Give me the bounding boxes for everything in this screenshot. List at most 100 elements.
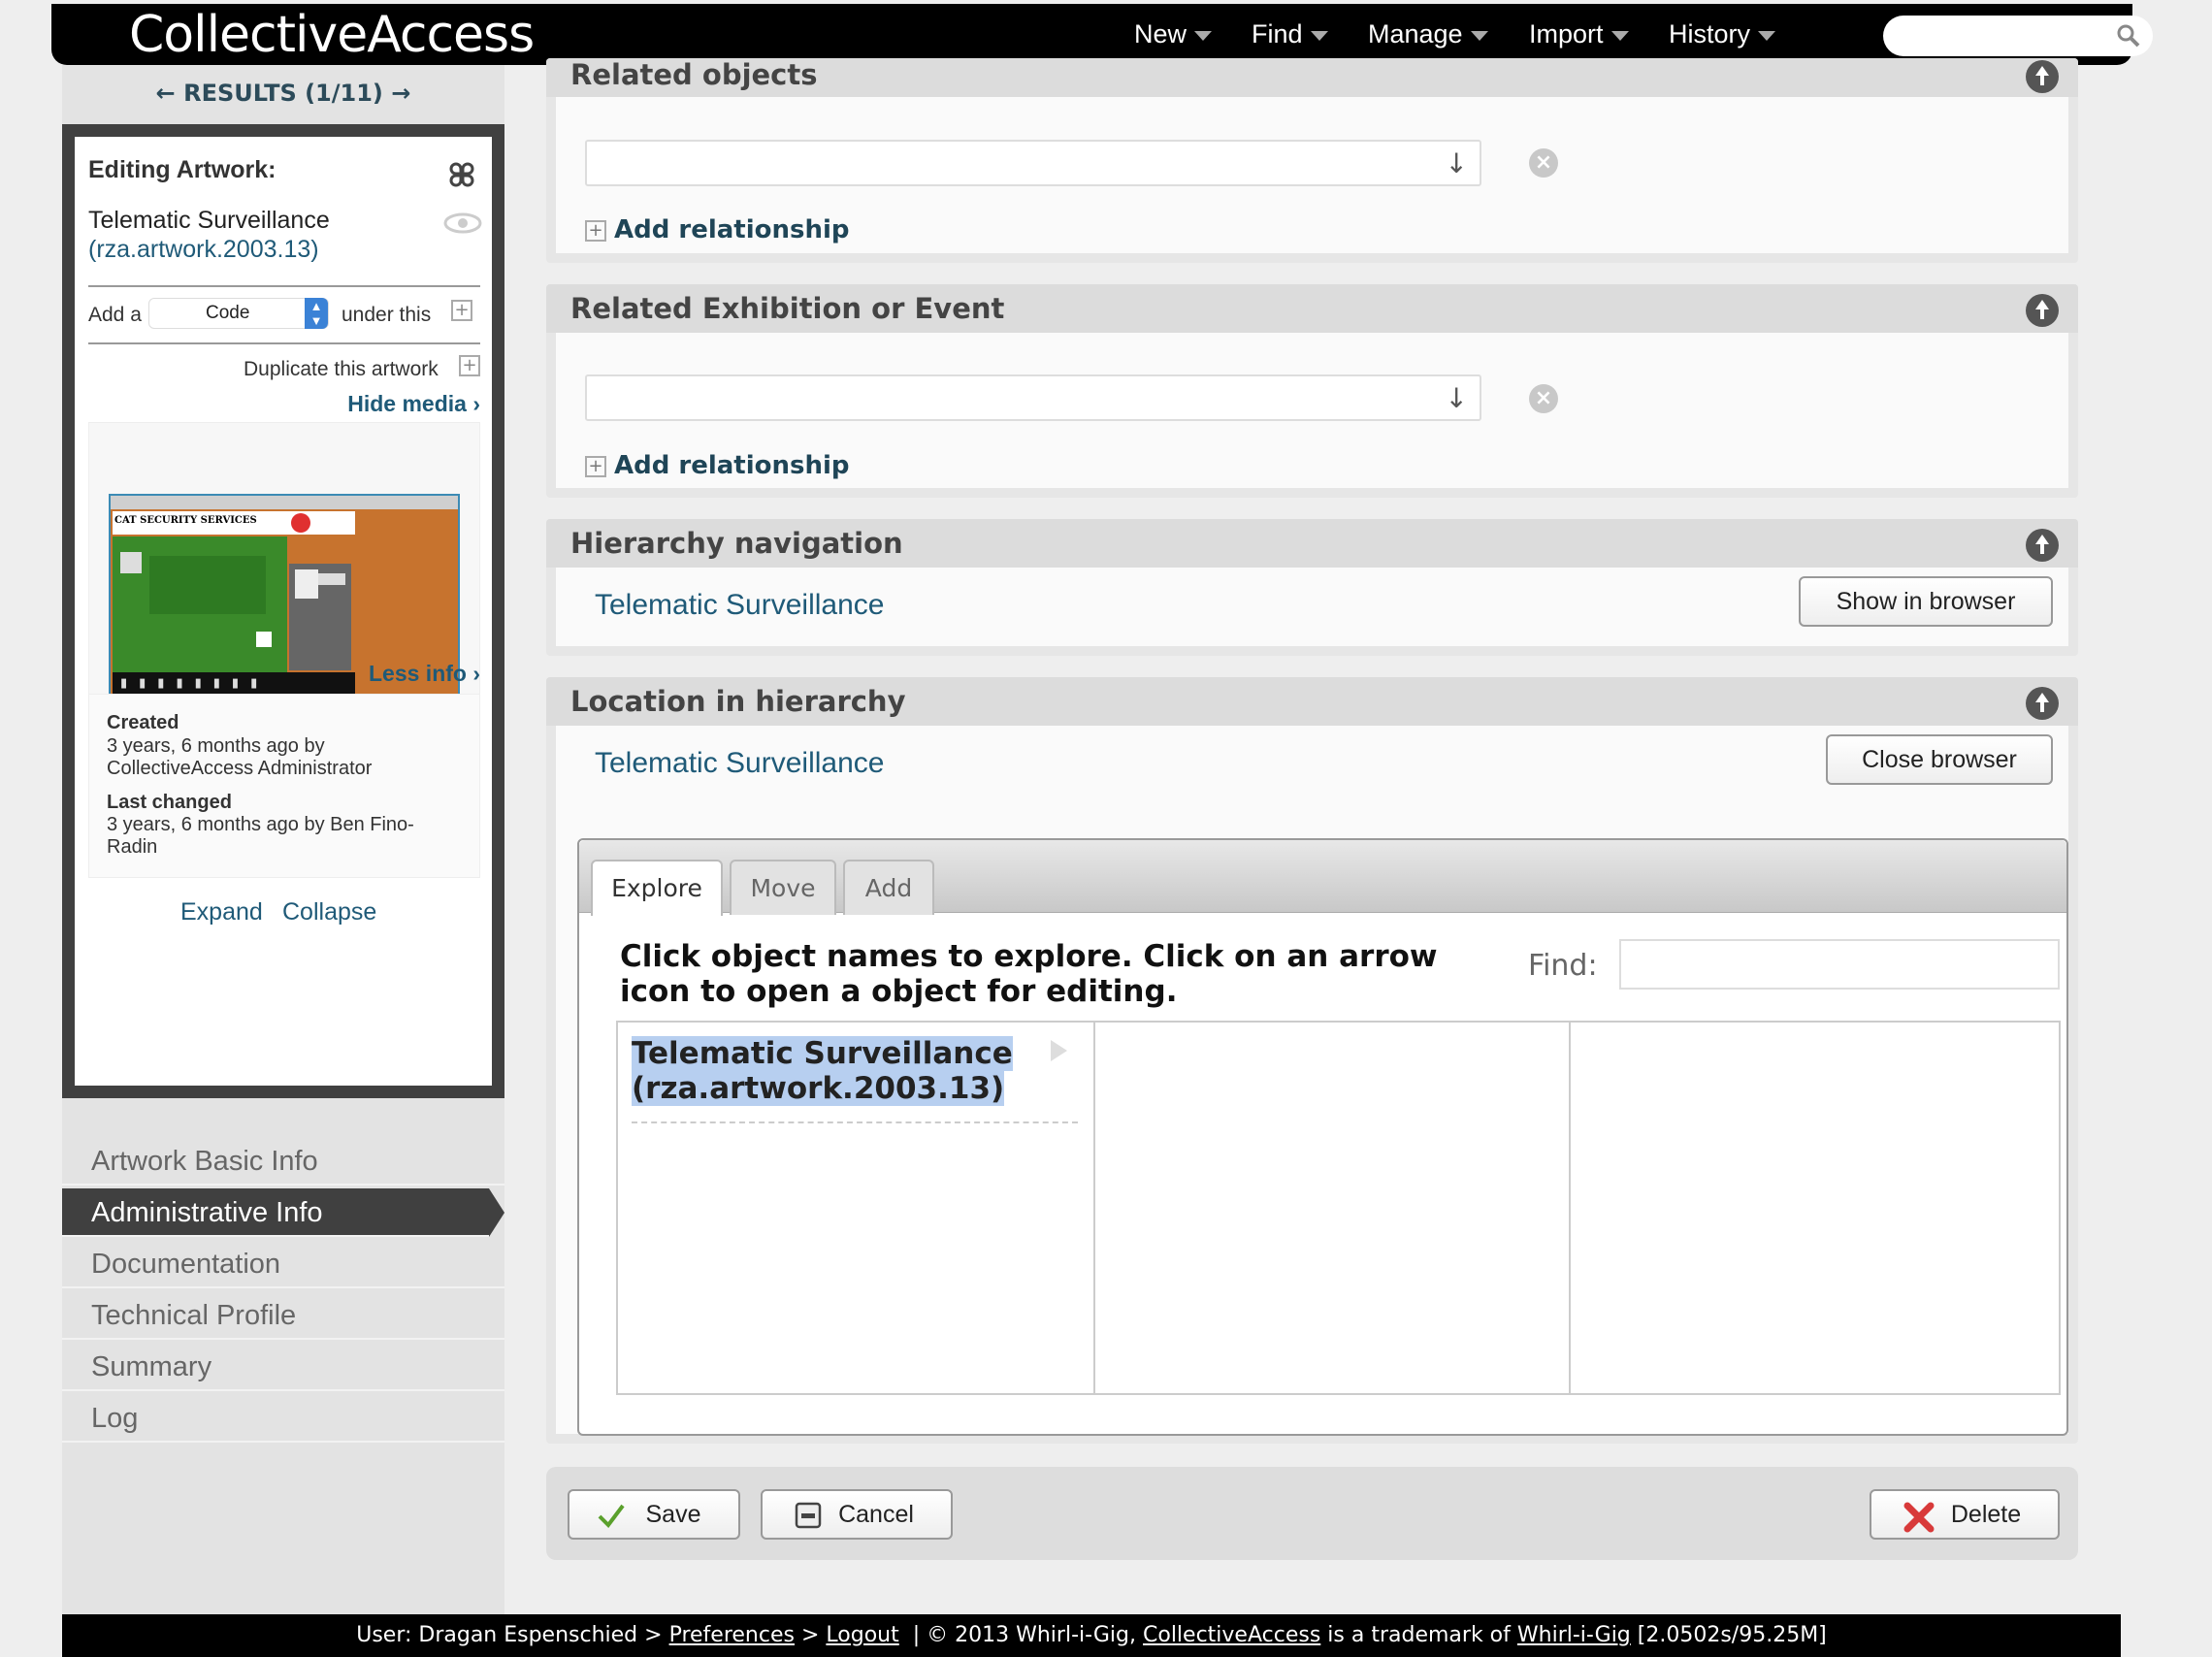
arrow-down-icon: ↓: [1445, 382, 1468, 414]
chevron-down-icon: [1610, 30, 1629, 41]
app-logo[interactable]: CollectiveAccess: [129, 6, 535, 64]
close-browser-button[interactable]: Close browser: [1826, 734, 2053, 785]
delete-x-icon: [1903, 1502, 1935, 1533]
eye-icon[interactable]: [443, 212, 482, 234]
record-identifier[interactable]: (rza.artwork.2003.13): [88, 236, 319, 264]
cancel-icon: [795, 1502, 822, 1529]
browser-columns: Telematic Surveillance (rza.artwork.2003…: [616, 1021, 2061, 1395]
tab-add[interactable]: Add: [843, 860, 934, 915]
last-changed-value: 3 years, 6 months ago by Ben Fino-Radin: [107, 814, 414, 858]
nav-manage[interactable]: Manage: [1368, 19, 1488, 49]
panel-title: Location in hierarchy: [570, 685, 906, 718]
divider: [88, 285, 480, 287]
panel-body: Telematic Surveillance Show in browser: [556, 568, 2068, 646]
sidebar-item-documentation[interactable]: Documentation: [62, 1240, 504, 1288]
tab-move[interactable]: Move: [730, 860, 836, 915]
remove-relationship-icon[interactable]: ×: [1529, 384, 1558, 413]
related-exhibition-lookup-input[interactable]: ↓: [585, 374, 1481, 421]
top-navigation-bar: CollectiveAccess New Find Manage Import …: [51, 4, 2153, 65]
under-this-label: under this: [342, 304, 432, 326]
sidebar-item-log[interactable]: Log: [62, 1394, 504, 1443]
sidebar-item-summary[interactable]: Summary: [62, 1343, 504, 1391]
footer-copyright: | © 2013 Whirl-i-Gig,: [912, 1623, 1136, 1647]
editing-inspector: Editing Artwork: Telematic Surveillance …: [62, 124, 504, 1098]
panel-body: ↓ × + Add relationship: [556, 333, 2068, 488]
remove-relationship-icon[interactable]: ×: [1529, 148, 1558, 178]
preferences-link[interactable]: Preferences: [669, 1623, 795, 1647]
nav-find[interactable]: Find: [1252, 19, 1328, 49]
created-value: 3 years, 6 months ago by CollectiveAcces…: [107, 735, 373, 779]
inspector-panel: Editing Artwork: Telematic Surveillance …: [75, 137, 492, 1086]
footer-stats: [2.0502s/95.25M]: [1637, 1623, 1827, 1647]
last-changed-label: Last changed: [107, 792, 232, 813]
footer: User: Dragan Espenschied > Preferences >…: [62, 1614, 2121, 1657]
less-info-link[interactable]: Less info ›: [369, 661, 480, 687]
action-bar: Save Cancel Delete: [546, 1467, 2078, 1560]
plus-icon: +: [585, 456, 606, 477]
footer-separator: >: [800, 1623, 820, 1647]
add-child-plus-icon[interactable]: +: [451, 300, 472, 321]
whirl-i-gig-link[interactable]: Whirl-i-Gig: [1517, 1623, 1631, 1647]
expand-link[interactable]: Expand: [180, 898, 263, 926]
media-thumbnail[interactable]: CAT SECURITY SERVICES ▮▮▮▮▮▮▮▮: [109, 494, 460, 723]
hierarchy-navigation-panel: Hierarchy navigation Telematic Surveilla…: [546, 519, 2078, 656]
command-icon[interactable]: [445, 158, 478, 191]
column-divider: [1569, 1023, 1571, 1393]
collapse-link[interactable]: Collapse: [282, 898, 376, 926]
browser-item-title[interactable]: Telematic Surveillance: [632, 1036, 1013, 1071]
collapse-up-icon[interactable]: [2026, 60, 2059, 93]
arrow-down-icon: ↓: [1445, 147, 1468, 179]
show-in-browser-button[interactable]: Show in browser: [1799, 576, 2053, 627]
duplicate-plus-icon[interactable]: +: [459, 355, 480, 376]
nav-history[interactable]: History: [1669, 19, 1776, 49]
chevron-down-icon: [1310, 30, 1328, 41]
nav-new[interactable]: New: [1134, 19, 1213, 49]
chevron-down-icon: [1194, 30, 1213, 41]
find-input[interactable]: [1619, 939, 2060, 990]
hide-media-link[interactable]: Hide media ›: [347, 391, 480, 417]
checkmark-icon: [598, 1504, 625, 1529]
hierarchy-item-link[interactable]: Telematic Surveillance: [595, 589, 884, 622]
panel-title: Hierarchy navigation: [570, 527, 903, 560]
sidebar-item-artwork-basic-info[interactable]: Artwork Basic Info: [62, 1137, 504, 1186]
open-arrow-icon[interactable]: [1051, 1040, 1067, 1061]
chevron-down-icon: [1470, 30, 1488, 41]
panel-body: ↓ × + Add relationship: [556, 97, 2068, 253]
hierarchy-browser: Explore Move Add Click object names to e…: [577, 838, 2068, 1436]
cancel-button[interactable]: Cancel: [761, 1489, 953, 1540]
logout-link[interactable]: Logout: [826, 1623, 898, 1647]
collapse-up-icon[interactable]: [2026, 529, 2059, 562]
search-input[interactable]: [1883, 16, 2153, 56]
search-icon[interactable]: [2116, 23, 2141, 49]
collectiveaccess-link[interactable]: CollectiveAccess: [1143, 1623, 1320, 1647]
find-label: Find:: [1528, 949, 1598, 983]
nav-import[interactable]: Import: [1529, 19, 1629, 49]
add-relationship-button[interactable]: + Add relationship: [585, 215, 850, 244]
tab-explore[interactable]: Explore: [591, 860, 723, 916]
record-info-box: Created 3 years, 6 months ago by Collect…: [88, 694, 480, 878]
child-type-select[interactable]: Code ▲ ▼: [148, 298, 329, 329]
location-item-link[interactable]: Telematic Surveillance: [595, 747, 884, 780]
sidebar-item-administrative-info[interactable]: Administrative Info: [62, 1188, 489, 1237]
delete-button[interactable]: Delete: [1870, 1489, 2060, 1540]
browser-instructions: Click object names to explore. Click on …: [620, 939, 1438, 1009]
sidebar-item-technical-profile[interactable]: Technical Profile: [62, 1291, 504, 1340]
save-button[interactable]: Save: [568, 1489, 740, 1540]
results-navigation[interactable]: ← RESULTS (1/11) →: [62, 80, 504, 107]
duplicate-label[interactable]: Duplicate this artwork: [244, 358, 439, 381]
select-arrows-icon: ▲ ▼: [305, 298, 328, 329]
footer-user: User: Dragan Espenschied >: [356, 1623, 663, 1647]
related-exhibition-panel: Related Exhibition or Event ↓ × + Add rel…: [546, 284, 2078, 498]
related-objects-panel: Related objects ↓ × + Add relationship: [546, 58, 2078, 263]
related-object-lookup-input[interactable]: ↓: [585, 140, 1481, 186]
panel-title: Related Exhibition or Event: [570, 292, 1005, 325]
location-in-hierarchy-panel: Location in hierarchy Telematic Surveill…: [546, 677, 2078, 1444]
browser-item[interactable]: Telematic Surveillance (rza.artwork.2003…: [632, 1036, 1078, 1123]
browser-item-identifier[interactable]: (rza.artwork.2003.13): [632, 1071, 1005, 1106]
column-divider: [1093, 1023, 1095, 1393]
collapse-up-icon[interactable]: [2026, 687, 2059, 720]
panel-title: Related objects: [570, 58, 818, 91]
add-relationship-button[interactable]: + Add relationship: [585, 451, 850, 480]
collapse-up-icon[interactable]: [2026, 294, 2059, 327]
panel-body: Telematic Surveillance Close browser Exp…: [556, 726, 2068, 1436]
